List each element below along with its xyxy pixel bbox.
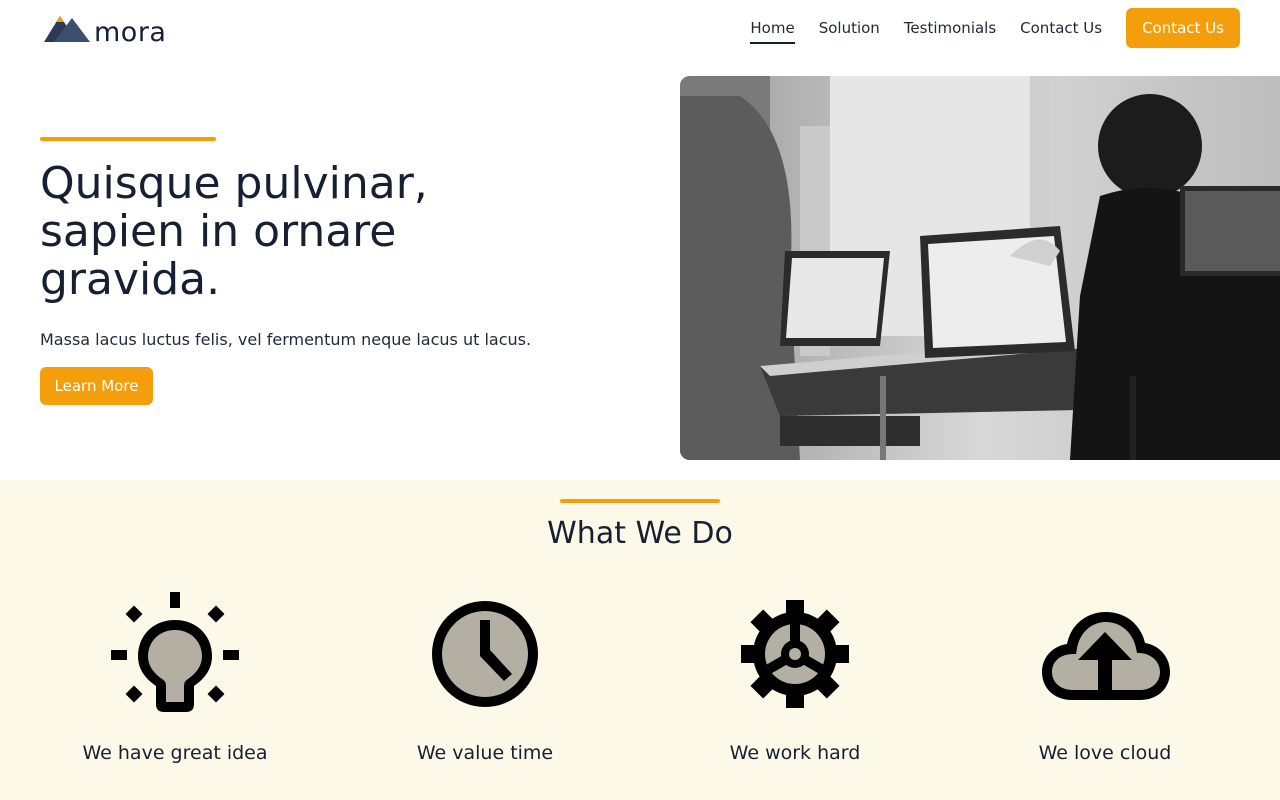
nav-solution[interactable]: Solution [819,17,880,39]
section-accent-bar [560,499,720,503]
feature-label: We love cloud [1038,742,1172,764]
hero-accent-bar [40,137,216,141]
nav-contact[interactable]: Contact Us [1020,17,1102,39]
feature-idea: We have great idea [45,590,305,766]
feature-work: We work hard [665,590,925,766]
lightbulb-icon [111,592,239,712]
brand-logo[interactable]: mora [44,12,166,48]
site-header: mora Home Solution Testimonials Contact … [0,0,1280,56]
hero-office-image [680,76,1280,460]
cloud-upload-icon [1042,612,1170,700]
nav-home[interactable]: Home [750,17,796,44]
brand-name: mora [94,17,167,48]
main-nav: Home Solution Testimonials Contact Us Co… [750,8,1240,48]
hero-title: Quisque pulvinar, sapien in ornare gravi… [40,158,428,305]
learn-more-button[interactable]: Learn More [40,367,153,405]
feature-label: We work hard [729,742,861,764]
nav-testimonials[interactable]: Testimonials [904,17,996,39]
gear-icon [741,600,849,708]
section-title: What We Do [547,516,733,551]
hero-subtitle: Massa lacus luctus felis, vel fermentum … [40,330,532,349]
feature-label: We value time [416,742,554,764]
feature-time: We value time [355,590,615,766]
clock-icon [432,601,538,707]
feature-cloud: We love cloud [975,590,1235,766]
contact-us-button[interactable]: Contact Us [1126,8,1240,48]
mountain-logo-icon [44,16,90,42]
feature-label: We have great idea [82,742,268,764]
what-we-do-section: What We Do We have great idea We value t… [0,480,1280,800]
